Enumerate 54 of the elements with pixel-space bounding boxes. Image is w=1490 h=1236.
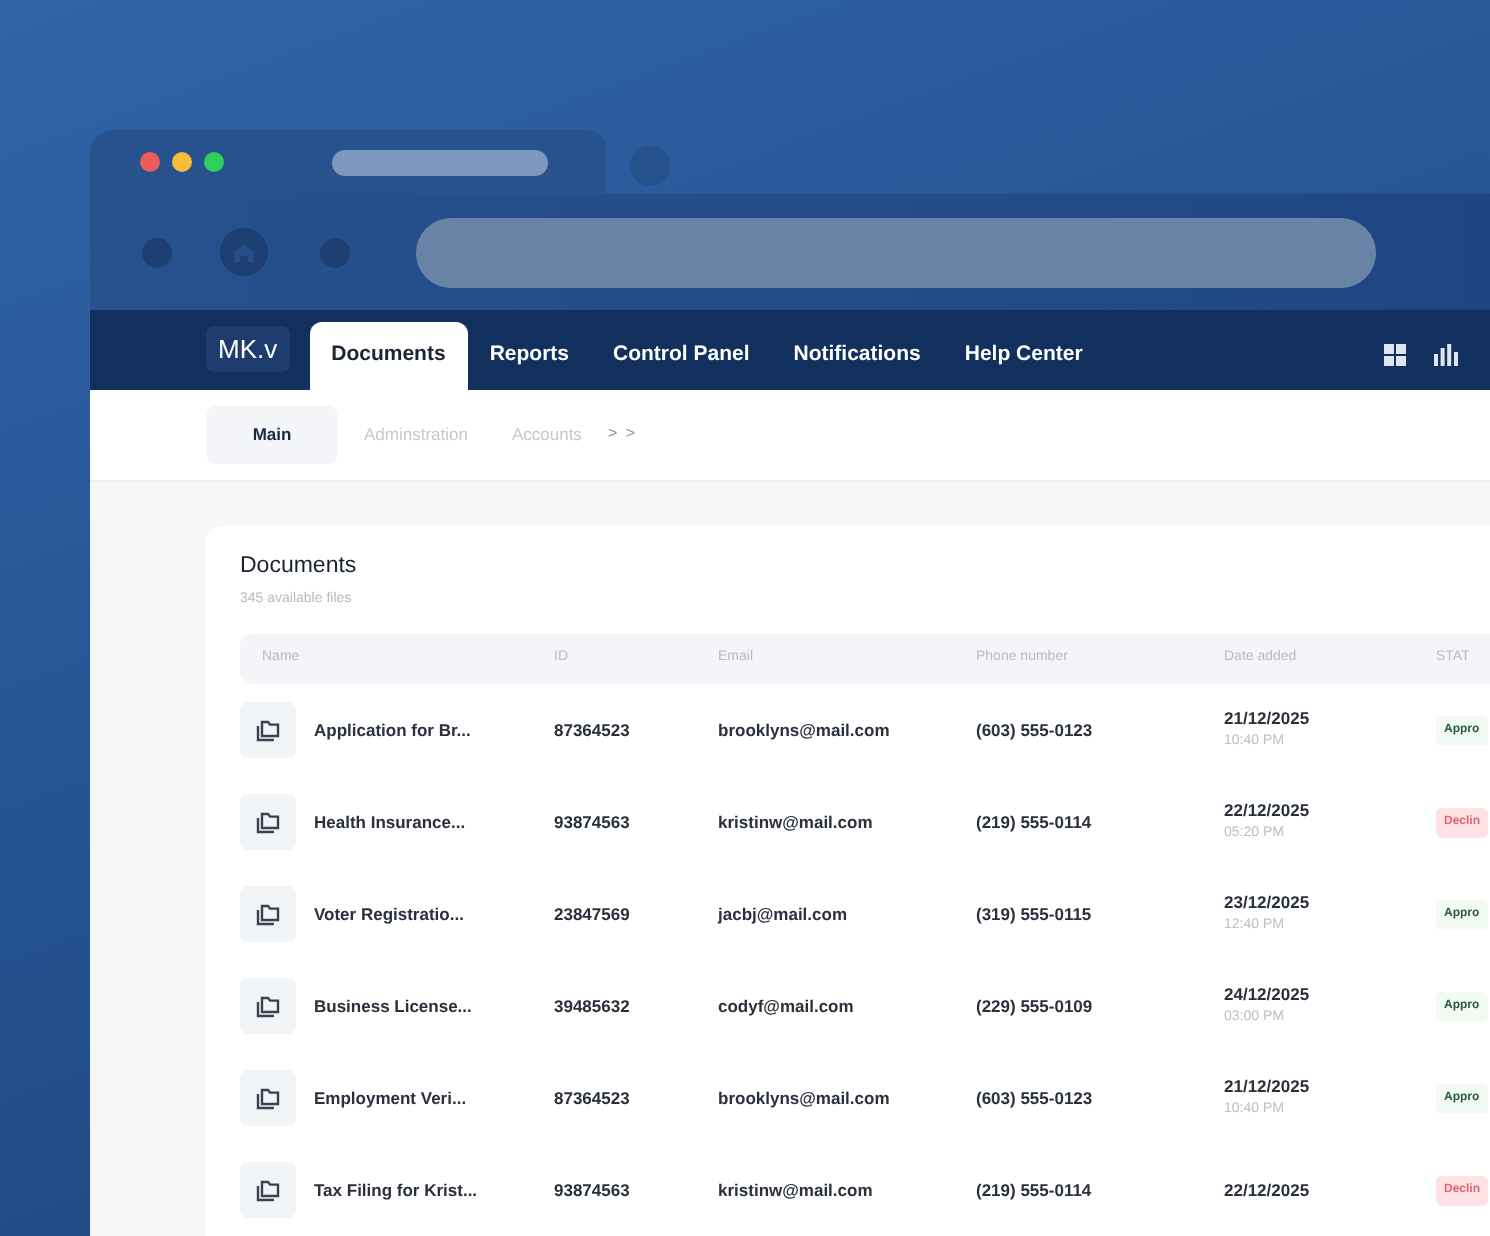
table-cell-text: 87364523 [554,1085,632,1111]
table-cell-text: brooklyns@mail.com [718,1085,892,1111]
document-name[interactable]: Tax Filing for Krist... [314,1177,478,1203]
table-cell-text: (219) 555-0114 [976,809,1094,835]
bar-chart-icon[interactable] [1434,344,1458,367]
date-text: 24/12/2025 [1224,982,1312,1009]
document-name[interactable]: Business License... [314,993,472,1019]
nav-tab[interactable]: Documents [309,322,468,391]
folder-icon [240,1070,296,1126]
nav-tab[interactable]: Help Center [942,322,1105,391]
table-cell-text: 23847569 [554,901,632,927]
minimize-dot[interactable] [172,152,192,173]
back-button[interactable] [142,237,172,268]
document-name[interactable]: Health Insurance... [314,809,466,835]
folder-icon [240,702,296,758]
folder-icon [240,978,296,1034]
folder-icon [240,886,296,942]
nav-tab[interactable]: Reports [467,322,591,391]
table-cell-text: (319) 555-0115 [976,901,1094,927]
table-cell-text: 39485632 [554,993,632,1019]
table-cell-text: kristinw@mail.com [718,1177,875,1203]
folder-icon [240,794,296,850]
table-cell-text: (219) 555-0114 [976,1177,1094,1203]
date-text: 22/12/2025 [1224,1177,1312,1203]
table-cell-text: brooklyns@mail.com [718,717,892,743]
document-name[interactable]: Employment Veri... [314,1085,467,1111]
nav-tab[interactable]: Notifications [771,322,943,391]
maximize-dot[interactable] [204,152,224,173]
forward-button[interactable] [320,237,350,268]
table-cell-text: codyf@mail.com [718,993,856,1019]
document-name[interactable]: Voter Registratio... [314,901,464,927]
folder-icon [240,1162,296,1218]
table-cell-text: (603) 555-0123 [976,717,1095,743]
grid-icon[interactable] [1384,344,1406,367]
table-cell-text: 87364523 [554,717,632,743]
nav-tab[interactable]: Control Panel [591,322,772,391]
table-cell-text: kristinw@mail.com [718,809,875,835]
close-dot[interactable] [140,152,160,173]
table-cell-text: 93874563 [554,809,632,835]
table-cell-text: (603) 555-0123 [976,1085,1095,1111]
table-cell-text: (229) 555-0109 [976,993,1095,1019]
date-text: 22/12/2025 [1224,798,1312,825]
table-cell-text: jacbj@mail.com [718,901,850,927]
home-button[interactable] [220,228,268,277]
browser-tab[interactable] [90,130,606,195]
date-text: 21/12/2025 [1224,1074,1312,1101]
sub-tab[interactable]: Main [206,406,338,464]
document-name[interactable]: Application for Br... [314,717,471,743]
date-text: 23/12/2025 [1224,890,1312,917]
address-bar[interactable] [416,217,1376,288]
table-cell-text: 93874563 [554,1177,632,1203]
date-text: 21/12/2025 [1224,706,1312,733]
logo: MK.v [206,326,290,373]
card-title: Documents [240,553,359,581]
